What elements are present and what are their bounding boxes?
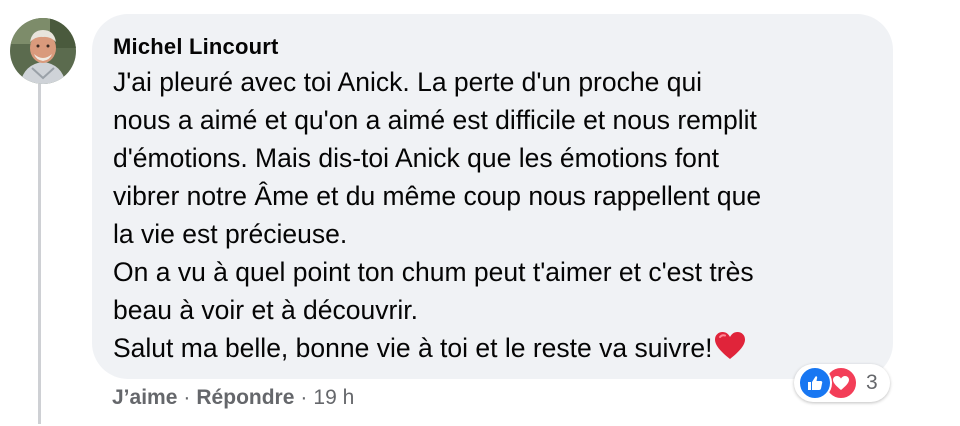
avatar[interactable] bbox=[10, 18, 76, 84]
heart-emoji-icon bbox=[714, 332, 745, 359]
avatar-photo bbox=[10, 18, 76, 84]
comment-author[interactable]: Michel Lincourt bbox=[113, 34, 279, 60]
timestamp[interactable]: 19 h bbox=[313, 386, 354, 410]
like-button[interactable]: J’aime bbox=[112, 386, 177, 410]
comment-line: vibrer notre Âme et du même coup nous ra… bbox=[113, 181, 762, 211]
thread-line bbox=[38, 84, 41, 424]
comment-actions: J’aime · Répondre · 19 h bbox=[112, 386, 354, 410]
comment-line: la vie est précieuse. bbox=[113, 219, 348, 249]
comment-line: On a vu à quel point ton chum peut t'aim… bbox=[113, 257, 754, 287]
like-icon bbox=[798, 366, 832, 400]
separator: · bbox=[300, 386, 308, 409]
comment-line: nous a aimé et qu'on a aimé est difficil… bbox=[113, 105, 757, 135]
comment-thread: Michel Lincourt J'ai pleuré avec toi Ani… bbox=[0, 0, 960, 426]
reactions-summary[interactable]: 3 bbox=[794, 364, 890, 402]
comment-line: J'ai pleuré avec toi Anick. La perte d'u… bbox=[113, 67, 703, 97]
comment-text: J'ai pleuré avec toi Anick. La perte d'u… bbox=[113, 63, 883, 367]
reply-button[interactable]: Répondre bbox=[196, 386, 294, 410]
comment-line-text: Salut ma belle, bonne vie à toi et le re… bbox=[113, 333, 713, 363]
comment-line: d'émotions. Mais dis-toi Anick que les é… bbox=[113, 143, 720, 173]
reaction-count: 3 bbox=[866, 371, 878, 394]
comment-line-last: Salut ma belle, bonne vie à toi et le re… bbox=[113, 329, 883, 367]
comment-line: beau à voir et à découvrir. bbox=[113, 295, 418, 325]
comment-bubble: Michel Lincourt J'ai pleuré avec toi Ani… bbox=[92, 14, 893, 379]
separator: · bbox=[183, 386, 191, 409]
